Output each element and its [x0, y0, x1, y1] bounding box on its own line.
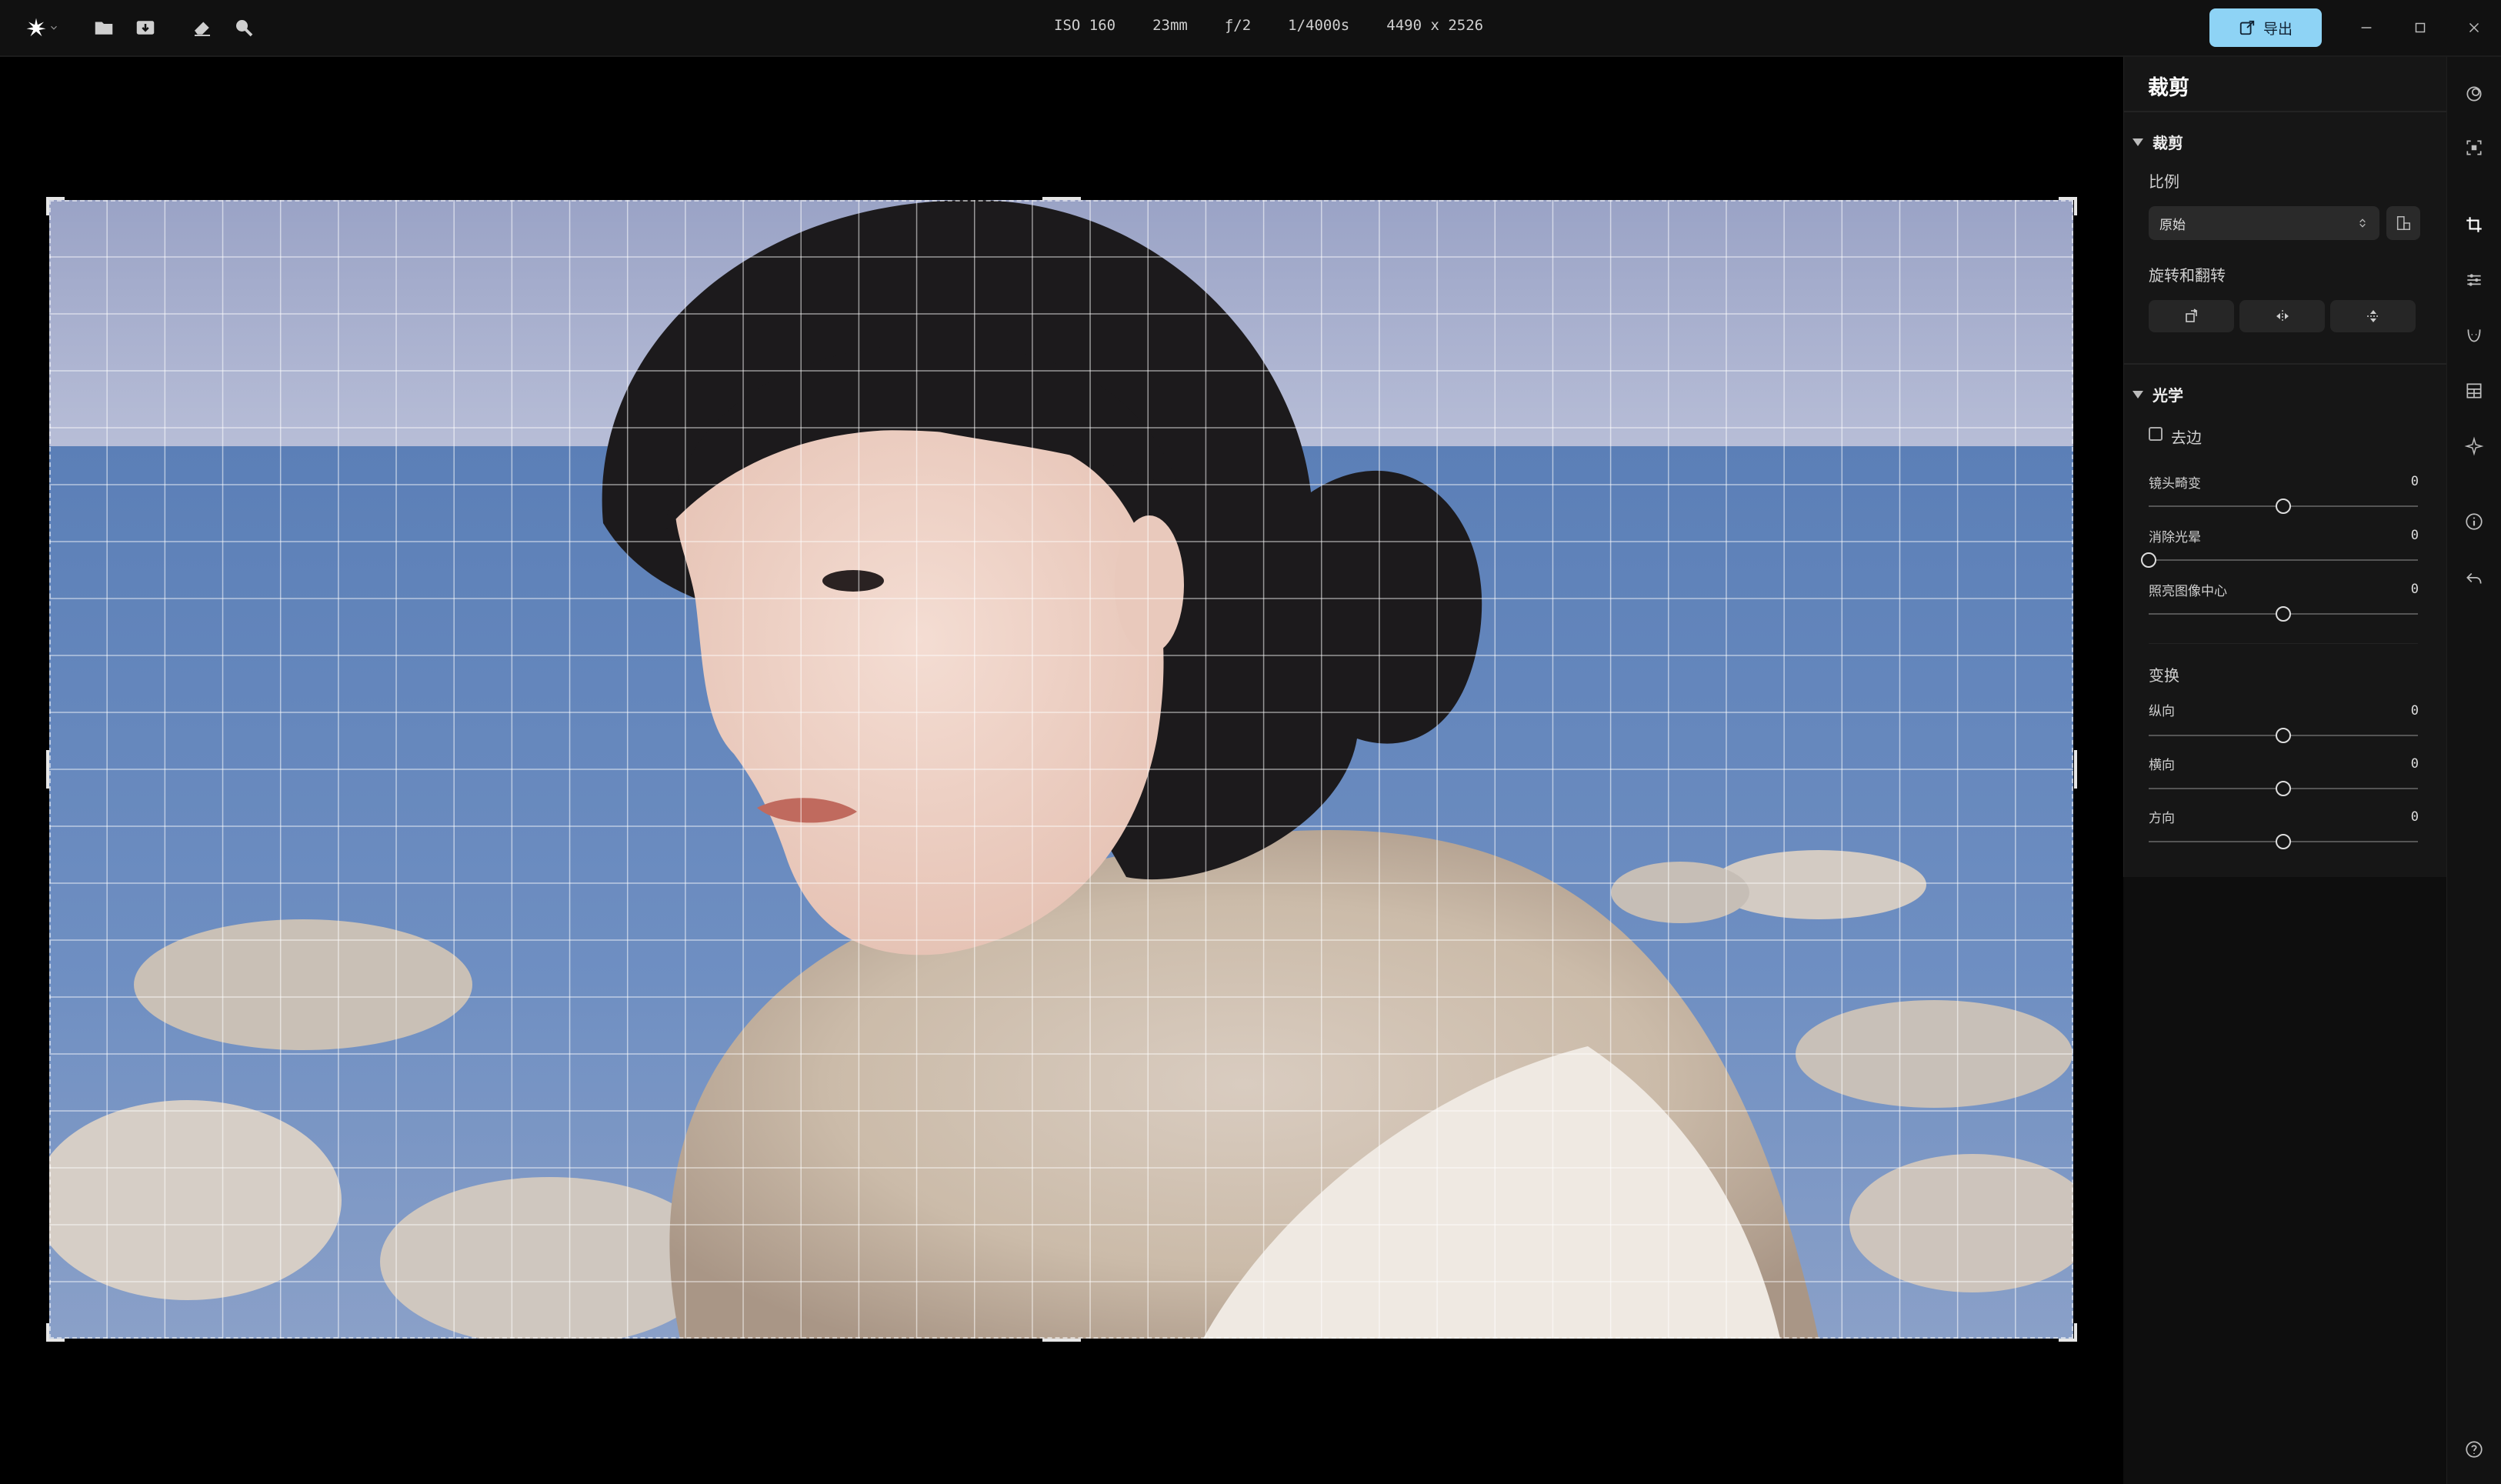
flip-horizontal-icon	[2273, 307, 2292, 325]
chevron-down-icon[interactable]	[46, 15, 62, 40]
rotate-icon	[2183, 307, 2201, 325]
grid-icon[interactable]	[2459, 375, 2489, 406]
eraser-icon[interactable]	[189, 15, 215, 40]
zoom-icon[interactable]	[231, 15, 257, 40]
panel-divider	[2123, 111, 2446, 112]
select-icon[interactable]	[2459, 132, 2489, 163]
crop-handle-bottom-left-v[interactable]	[46, 1323, 49, 1342]
lens-distortion-slider[interactable]	[2149, 497, 2418, 515]
iso-value: ISO 160	[1054, 17, 1116, 34]
ratio-label: 比例	[2149, 174, 2179, 191]
flip-vertical-button[interactable]	[2330, 300, 2416, 332]
slider-knob[interactable]	[2276, 606, 2291, 622]
ratio-select[interactable]: 原始	[2149, 206, 2379, 240]
panel-empty-area	[2123, 877, 2446, 1484]
export-icon	[2239, 19, 2256, 36]
logo-star-icon[interactable]	[23, 15, 49, 40]
crop-frame[interactable]	[49, 200, 2073, 1339]
dewarp-label: 去边	[2171, 430, 2202, 447]
photo-metadata: ISO 160 23mm ƒ/2 1/4000s 4490 x 2526	[1054, 17, 1483, 40]
crop-handle-bottom[interactable]	[1042, 1339, 1081, 1342]
help-icon[interactable]	[2459, 1434, 2489, 1465]
face-icon[interactable]	[2459, 320, 2489, 351]
focal-length-value: 23mm	[1152, 17, 1188, 34]
slider-knob[interactable]	[2141, 552, 2156, 568]
vertical-value: 0	[2410, 703, 2419, 719]
undo-icon[interactable]	[2459, 563, 2489, 594]
slider-knob[interactable]	[2276, 499, 2291, 514]
horizontal-label: 横向	[2149, 758, 2175, 772]
rotate-button[interactable]	[2149, 300, 2234, 332]
import-image-icon[interactable]	[132, 15, 158, 40]
slider-knob[interactable]	[2276, 781, 2291, 796]
lens-distortion-label: 镜头畸变	[2149, 476, 2201, 491]
crop-handle-left[interactable]	[46, 750, 49, 789]
orientation-icon	[2395, 215, 2412, 232]
magic-icon[interactable]	[2459, 431, 2489, 462]
close-icon[interactable]	[2460, 14, 2488, 42]
lens-distortion-value: 0	[2410, 474, 2419, 489]
vertical-label: 纵向	[2149, 704, 2175, 719]
direction-slider[interactable]	[2149, 832, 2418, 851]
export-button[interactable]: 导出	[2209, 8, 2322, 47]
panel-divider	[2123, 363, 2446, 365]
aperture-value: ƒ/2	[1224, 17, 1252, 34]
updown-chevron-icon	[2356, 217, 2369, 229]
horizontal-value: 0	[2410, 756, 2419, 772]
crop-handle-top-right-v[interactable]	[2074, 197, 2077, 215]
slider-knob[interactable]	[2276, 728, 2291, 743]
direction-label: 方向	[2149, 811, 2175, 825]
minimize-icon[interactable]	[2353, 14, 2380, 42]
slider-track	[2149, 559, 2418, 561]
orientation-toggle-button[interactable]	[2386, 206, 2420, 240]
shutter-value: 1/4000s	[1288, 17, 1350, 34]
transform-label: 变换	[2149, 668, 2179, 685]
crop-handle-top-left-v[interactable]	[46, 197, 49, 215]
maximize-icon[interactable]	[2406, 14, 2434, 42]
vertical-slider[interactable]	[2149, 726, 2418, 745]
crop-handle-bottom-right-v[interactable]	[2074, 1323, 2077, 1342]
folder-icon[interactable]	[91, 15, 117, 40]
rotate-flip-label: 旋转和翻转	[2149, 268, 2226, 285]
export-label: 导出	[2263, 21, 2293, 38]
flip-vertical-icon	[2364, 307, 2383, 325]
optics-section-header[interactable]: 光学	[2133, 383, 2183, 405]
vignette-removal-label: 消除光晕	[2149, 530, 2201, 545]
dimensions-value: 4490 x 2526	[1386, 17, 1484, 34]
dewarp-checkbox[interactable]	[2149, 427, 2163, 441]
crop-icon[interactable]	[2459, 209, 2489, 240]
crop-handle-top[interactable]	[1042, 197, 1081, 200]
flip-horizontal-button[interactable]	[2239, 300, 2325, 332]
direction-value: 0	[2410, 809, 2419, 825]
optics-section-title: 光学	[2153, 388, 2183, 405]
panel-divider	[2149, 643, 2418, 644]
adjust-icon[interactable]	[2459, 265, 2489, 295]
info-icon[interactable]	[2459, 506, 2489, 537]
center-brighten-value: 0	[2410, 582, 2419, 597]
vignette-removal-slider[interactable]	[2141, 551, 2418, 569]
collapse-triangle-icon	[2133, 138, 2143, 146]
crop-section-title: 裁剪	[2153, 135, 2183, 152]
collapse-triangle-icon	[2133, 390, 2143, 399]
slider-knob[interactable]	[2276, 834, 2291, 849]
title-bar: ISO 160 23mm ƒ/2 1/4000s 4490 x 2526 导出	[0, 0, 2501, 57]
center-brighten-slider[interactable]	[2149, 605, 2418, 623]
vignette-removal-value: 0	[2410, 528, 2419, 543]
horizontal-slider[interactable]	[2149, 779, 2418, 798]
crop-section-header[interactable]: 裁剪	[2133, 131, 2183, 153]
crop-handle-right[interactable]	[2074, 750, 2077, 789]
ratio-select-value: 原始	[2159, 217, 2186, 232]
center-brighten-label: 照亮图像中心	[2149, 584, 2227, 599]
masks-icon[interactable]	[2459, 78, 2489, 109]
panel-title: 裁剪	[2148, 76, 2189, 99]
